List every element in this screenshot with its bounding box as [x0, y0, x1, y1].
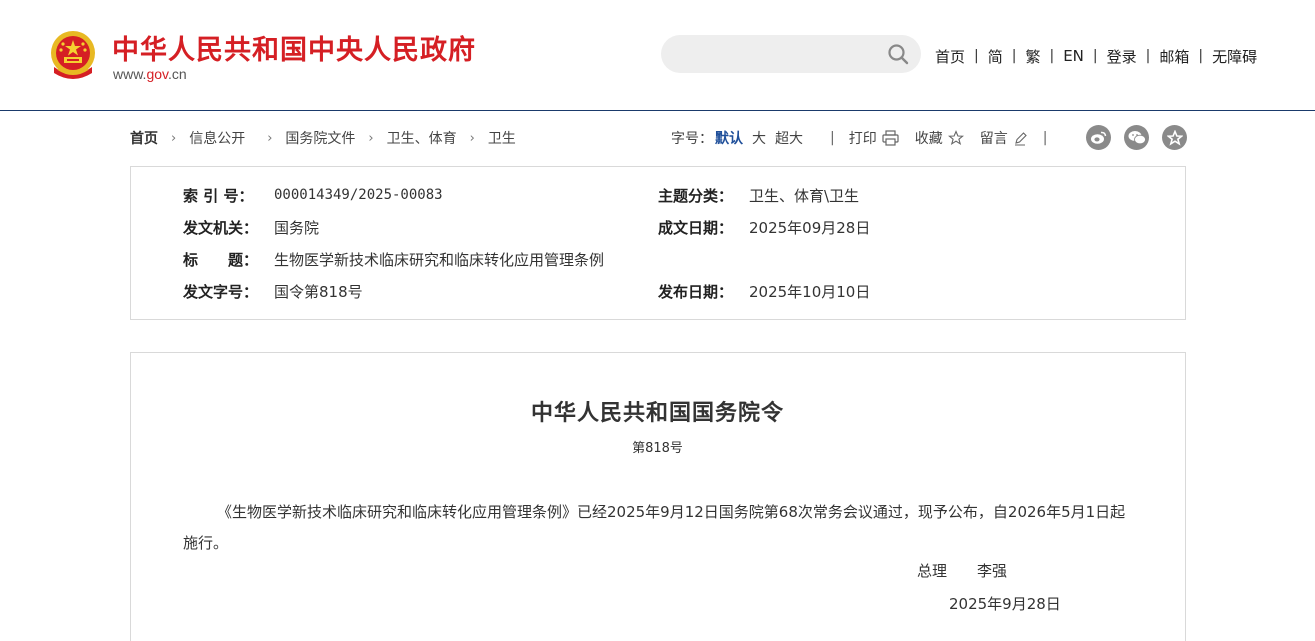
chevron-right-icon: › [171, 130, 177, 146]
meta-index-label: 索 引 号： [183, 186, 254, 205]
meta-written-date: 成文日期： 2025年09月28日 [658, 216, 870, 238]
breadcrumb-info-disclosure[interactable]: 信息公开 [189, 128, 245, 148]
meta-title: 标 题： 生物医学新技术临床研究和临床转化应用管理条例 [183, 248, 604, 270]
meta-publish-date-label: 发布日期： [658, 282, 734, 301]
meta-topic-value: 卫生、体育\卫生 [749, 186, 860, 205]
signature: 总理 李强 [917, 560, 1007, 581]
breadcrumb-state-council-docs[interactable]: 国务院文件 [285, 128, 355, 148]
search-icon[interactable] [887, 43, 909, 65]
search-box [661, 35, 921, 73]
site-url-prefix: www. [113, 66, 147, 82]
meta-index-value: 000014349/2025-00083 [274, 187, 443, 203]
nav-separator: | [1049, 48, 1055, 64]
star-icon [1166, 129, 1183, 146]
comment-button[interactable]: 留言 [980, 128, 1027, 148]
signer-title: 总理 [917, 562, 948, 580]
favorite-share-button[interactable] [1162, 125, 1187, 150]
national-emblem-logo[interactable] [48, 29, 98, 83]
meta-written-date-label: 成文日期： [658, 218, 734, 237]
breadcrumb-health-sports[interactable]: 卫生、体育 [387, 128, 457, 148]
wechat-icon [1128, 131, 1146, 145]
meta-issuer-label: 发文机关： [183, 218, 259, 237]
site-title[interactable]: 中华人民共和国中央人民政府 [112, 28, 476, 67]
nav-separator: | [1011, 48, 1017, 64]
tools-separator: | [830, 130, 835, 146]
site-url[interactable]: www.gov.cn [113, 66, 187, 82]
breadcrumb: 首页 › 信息公开 › 国务院文件 › 卫生、体育 › 卫生 [130, 128, 516, 148]
nav-separator: | [1145, 48, 1151, 64]
chevron-right-icon: › [368, 130, 374, 146]
nav-simplified[interactable]: 简 [988, 46, 1003, 67]
nav-mailbox[interactable]: 邮箱 [1159, 46, 1189, 67]
weibo-share-button[interactable] [1086, 125, 1111, 150]
site-url-suffix: .cn [168, 66, 187, 82]
document-body: 《生物医学新技术临床研究和临床转化应用管理条例》已经2025年9月12日国务院第… [183, 503, 1126, 552]
meta-doc-number-label: 发文字号： [183, 282, 259, 301]
nav-login[interactable]: 登录 [1107, 46, 1137, 67]
document-title: 中华人民共和国国务院令 [530, 400, 784, 426]
font-size-label: 字号： [671, 131, 713, 147]
printer-icon [882, 130, 899, 146]
breadcrumb-health[interactable]: 卫生 [488, 128, 516, 148]
meta-written-date-value: 2025年09月28日 [749, 218, 871, 237]
favorite-button[interactable]: 收藏 [915, 128, 964, 148]
breadcrumb-home[interactable]: 首页 [130, 128, 158, 148]
nav-separator: | [1198, 48, 1204, 64]
comment-label: 留言 [979, 131, 1008, 147]
tools-separator: | [1042, 130, 1048, 146]
print-button[interactable]: 打印 [849, 128, 899, 148]
meta-title-label: 标 题： [183, 250, 259, 269]
favorite-label: 收藏 [914, 131, 943, 147]
nav-separator: | [1092, 48, 1098, 64]
meta-title-value: 生物医学新技术临床研究和临床转化应用管理条例 [274, 250, 605, 269]
sign-date: 2025年9月28日 [949, 595, 1061, 613]
font-size-default[interactable]: 默认 [715, 128, 743, 148]
chevron-right-icon: › [469, 130, 475, 146]
meta-topic: 主题分类： 卫生、体育\卫生 [658, 184, 859, 206]
nav-separator: | [974, 48, 979, 64]
site-header: 中华人民共和国中央人民政府 www.gov.cn 首页 | 简 | 繁 | EN… [0, 0, 1315, 111]
meta-publish-date-value: 2025年10月10日 [749, 282, 871, 301]
nav-home[interactable]: 首页 [935, 46, 965, 67]
site-url-brand: gov [146, 66, 168, 82]
meta-publish-date: 发布日期： 2025年10月10日 [658, 280, 870, 302]
font-size-extra-large[interactable]: 超大 [775, 128, 803, 148]
meta-issuer: 发文机关： 国务院 [183, 216, 319, 238]
print-label: 打印 [848, 131, 877, 147]
nav-accessibility[interactable]: 无障碍 [1212, 46, 1257, 67]
meta-doc-number-value: 国令第818号 [274, 282, 363, 301]
signer-name: 李强 [977, 562, 1008, 580]
nav-english[interactable]: EN [1063, 47, 1084, 65]
nav-traditional[interactable]: 繁 [1025, 46, 1040, 67]
meta-topic-label: 主题分类： [658, 186, 734, 205]
meta-index: 索 引 号： 000014349/2025-00083 [183, 184, 443, 206]
chevron-right-icon: › [267, 130, 273, 146]
meta-doc-number: 发文字号： 国令第818号 [183, 280, 363, 302]
meta-issuer-value: 国务院 [274, 218, 320, 237]
search-input[interactable] [679, 44, 879, 64]
article-tools: 字号： 默认 大 超大 | 打印 收藏 留言 | [671, 128, 1047, 148]
font-size-large[interactable]: 大 [752, 128, 766, 148]
document-number: 第818号 [632, 441, 683, 456]
star-outline-icon [947, 130, 964, 146]
weibo-icon [1091, 131, 1107, 144]
pencil-icon [1014, 132, 1027, 146]
top-nav: 首页 | 简 | 繁 | EN | 登录 | 邮箱 | 无障碍 [935, 45, 1257, 67]
wechat-share-button[interactable] [1124, 125, 1149, 150]
